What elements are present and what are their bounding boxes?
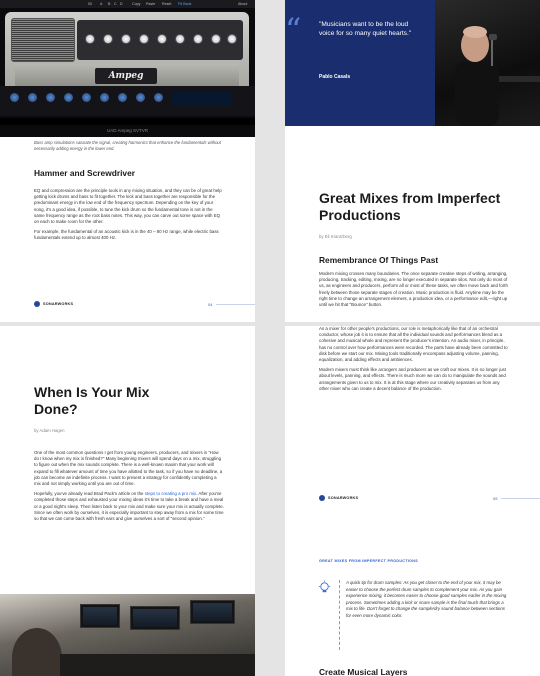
plugin-topbar: 00 A B C D Copy Paste Reset F6 Bank Abou… <box>0 0 255 8</box>
monitor-display <box>193 603 232 621</box>
byline: by Adam Hagen <box>34 428 65 433</box>
steps-article-link[interactable]: steps to creating a pro mix <box>145 491 197 496</box>
amp-logo-plate: Ampeg <box>15 64 239 88</box>
quote-author: Pablo Casals <box>319 74 351 80</box>
person-silhouette <box>12 628 62 676</box>
amp-knob[interactable] <box>193 34 203 44</box>
control-knob[interactable] <box>100 93 109 102</box>
monitor-display <box>133 609 177 627</box>
byline: by Eli Krantzberg <box>319 234 352 239</box>
control-knob[interactable] <box>10 93 19 102</box>
control-knob[interactable] <box>46 93 55 102</box>
topbar-item: D <box>120 2 123 6</box>
body-text: Modern mixing crosses many boundaries. T… <box>319 271 509 312</box>
control-knob[interactable] <box>118 93 127 102</box>
brand-name: SONARWORKS <box>43 302 74 306</box>
topbar-item: B <box>108 2 111 6</box>
page-number: 04 <box>208 302 213 307</box>
topbar-item: Paste <box>146 2 156 6</box>
section-heading: Hammer and Screwdriver <box>34 168 136 178</box>
body-text: EQ and compression are the principle too… <box>34 188 224 246</box>
amp-knob[interactable] <box>157 34 167 44</box>
plugin-controls <box>0 86 255 116</box>
lightbulb-icon <box>318 580 331 593</box>
paragraph-emphasis: producers <box>406 367 427 373</box>
topbar-item: Copy <box>132 2 141 6</box>
brand-icon <box>319 495 325 501</box>
amp-plugin-screenshot: 00 A B C D Copy Paste Reset F6 Bank Abou… <box>0 0 255 137</box>
paragraph: One of the most common questions I get f… <box>34 450 223 487</box>
amp-knob[interactable] <box>139 34 149 44</box>
body-text: One of the most common questions I get f… <box>34 450 224 526</box>
monitor-screen <box>190 600 235 624</box>
monitor-screen <box>130 606 180 630</box>
article-title: Great Mixes from Imperfect Productions <box>319 190 501 223</box>
section-kicker: GREAT MIXES FROM IMPERFECT PRODUCTIONS <box>319 559 419 563</box>
paragraph: Modern mixing crosses many boundaries. T… <box>319 271 508 308</box>
article-title: When Is Your Mix Done? <box>34 384 150 417</box>
paragraph-text: Hopefully, you've already read Brad Pack… <box>34 491 145 497</box>
page-06: When Is Your Mix Done? by Adam Hagen One… <box>0 326 255 676</box>
page-05: “ "Musicians want to be the loud voice f… <box>285 0 540 322</box>
tip-callout: A quick tip for drum samples: As you get… <box>339 580 509 650</box>
brand-name: SONARWORKS <box>328 496 359 500</box>
page-number: 05 <box>493 496 498 501</box>
control-knob[interactable] <box>64 93 73 102</box>
amp-knob[interactable] <box>211 34 221 44</box>
amp-knob[interactable] <box>175 34 185 44</box>
amp-knob[interactable] <box>103 34 113 44</box>
topbar-item: A <box>100 2 103 6</box>
pianist-photo <box>435 0 540 126</box>
brand-logo: SONARWORKS <box>319 495 358 501</box>
section-heading: Create Musical Layers <box>319 667 408 676</box>
plugin-display <box>172 92 232 106</box>
paragraph: As a mixer for other people's production… <box>319 326 508 363</box>
plugin-name: UAD Ampeg SVTVR <box>106 128 148 133</box>
page-rule <box>501 498 540 499</box>
quote-text: "Musicians want to be the loud voice for… <box>319 21 412 37</box>
paragraph-emphasis: arrangers <box>378 367 398 373</box>
page-04: 00 A B C D Copy Paste Reset F6 Bank Abou… <box>0 0 255 322</box>
amp-knob[interactable] <box>227 34 237 44</box>
control-knob[interactable] <box>136 93 145 102</box>
control-knob[interactable] <box>82 93 91 102</box>
amp-knob[interactable] <box>85 34 95 44</box>
amp-grill <box>11 18 75 62</box>
paragraph-text: Modern mixers must think like <box>319 367 379 373</box>
amp-control-panel <box>77 20 243 60</box>
paragraph: Modern mixers must think like arrangers … <box>319 367 509 392</box>
topbar-item: Reset <box>162 2 172 6</box>
studio-photo <box>0 594 255 676</box>
amp-logo: Ampeg <box>95 68 157 84</box>
amp-knob[interactable] <box>121 34 131 44</box>
topbar-item: 00 <box>88 2 92 6</box>
paragraph: EQ and compression are the principle too… <box>34 188 222 225</box>
topbar-item: F6 Bank <box>178 2 192 6</box>
topbar-item: C <box>114 2 117 6</box>
control-knob[interactable] <box>154 93 163 102</box>
monitor-display <box>83 607 117 625</box>
quote-mark-icon: “ <box>285 11 302 49</box>
brand-icon <box>34 301 40 307</box>
monitor-screen <box>80 604 120 628</box>
paragraph-text: and <box>397 367 407 373</box>
brand-logo: SONARWORKS <box>34 301 73 307</box>
page-rule <box>216 304 255 305</box>
pianist-illustration <box>455 26 540 126</box>
image-caption: Bass amp simulations saturate the signal… <box>34 140 221 151</box>
paragraph: For example, the fundamental of an acous… <box>34 229 219 241</box>
quote-block: “ "Musicians want to be the loud voice f… <box>285 0 435 126</box>
page-07: As a mixer for other people's production… <box>285 326 540 676</box>
paragraph: Hopefully, you've already read Brad Pack… <box>34 491 224 522</box>
control-knob[interactable] <box>28 93 37 102</box>
section-heading: Remembrance Of Things Past <box>319 255 439 265</box>
topbar-item: About <box>238 2 248 6</box>
body-text: As a mixer for other people's production… <box>319 326 509 396</box>
mixing-desk <box>60 654 255 676</box>
tip-text: A quick tip for drum samples: As you get… <box>346 580 507 618</box>
